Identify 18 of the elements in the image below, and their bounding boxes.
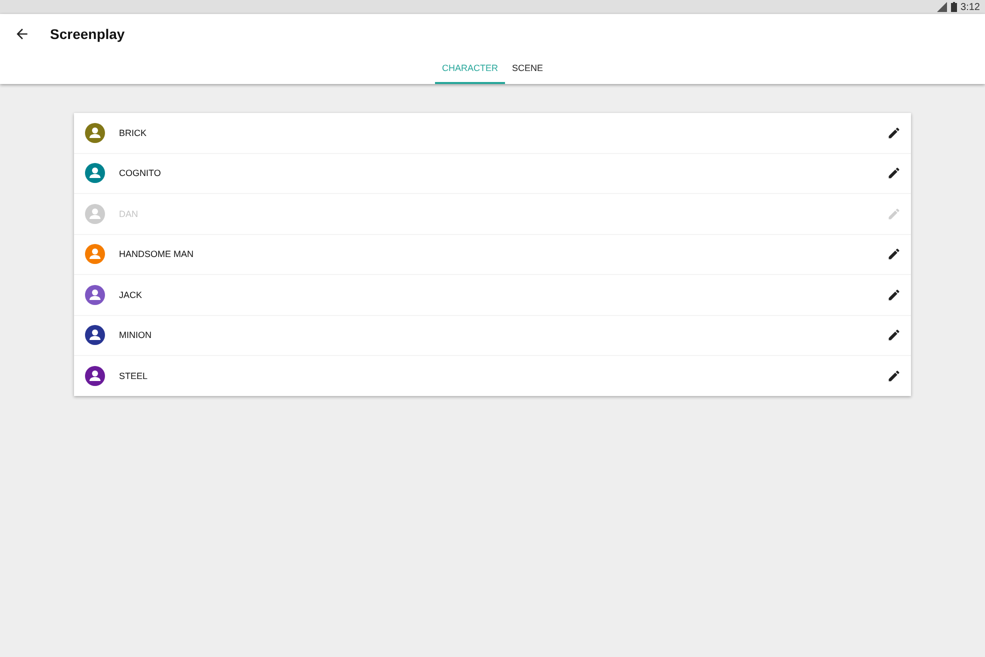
edit-button[interactable] xyxy=(887,328,901,342)
tab[interactable]: SCENE xyxy=(505,54,550,84)
app-title: Screenplay xyxy=(50,26,125,42)
edit-button[interactable] xyxy=(887,166,901,180)
edit-button[interactable] xyxy=(887,368,901,383)
character-name[interactable]: BRICK xyxy=(119,128,887,138)
edit-button[interactable] xyxy=(887,247,901,262)
battery-icon xyxy=(950,2,957,12)
status-time: 3:12 xyxy=(960,2,980,12)
character-name[interactable]: COGNITO xyxy=(119,168,887,178)
character-name[interactable]: HANDSOME MAN xyxy=(119,249,887,260)
character-name[interactable]: JACK xyxy=(119,290,887,300)
edit-button[interactable] xyxy=(887,288,901,302)
signal-icon xyxy=(936,2,947,12)
edit-button[interactable] xyxy=(887,126,901,140)
character-name[interactable]: STEEL xyxy=(119,370,887,381)
character-name[interactable]: MINION xyxy=(119,330,887,340)
back-button[interactable] xyxy=(14,26,30,42)
